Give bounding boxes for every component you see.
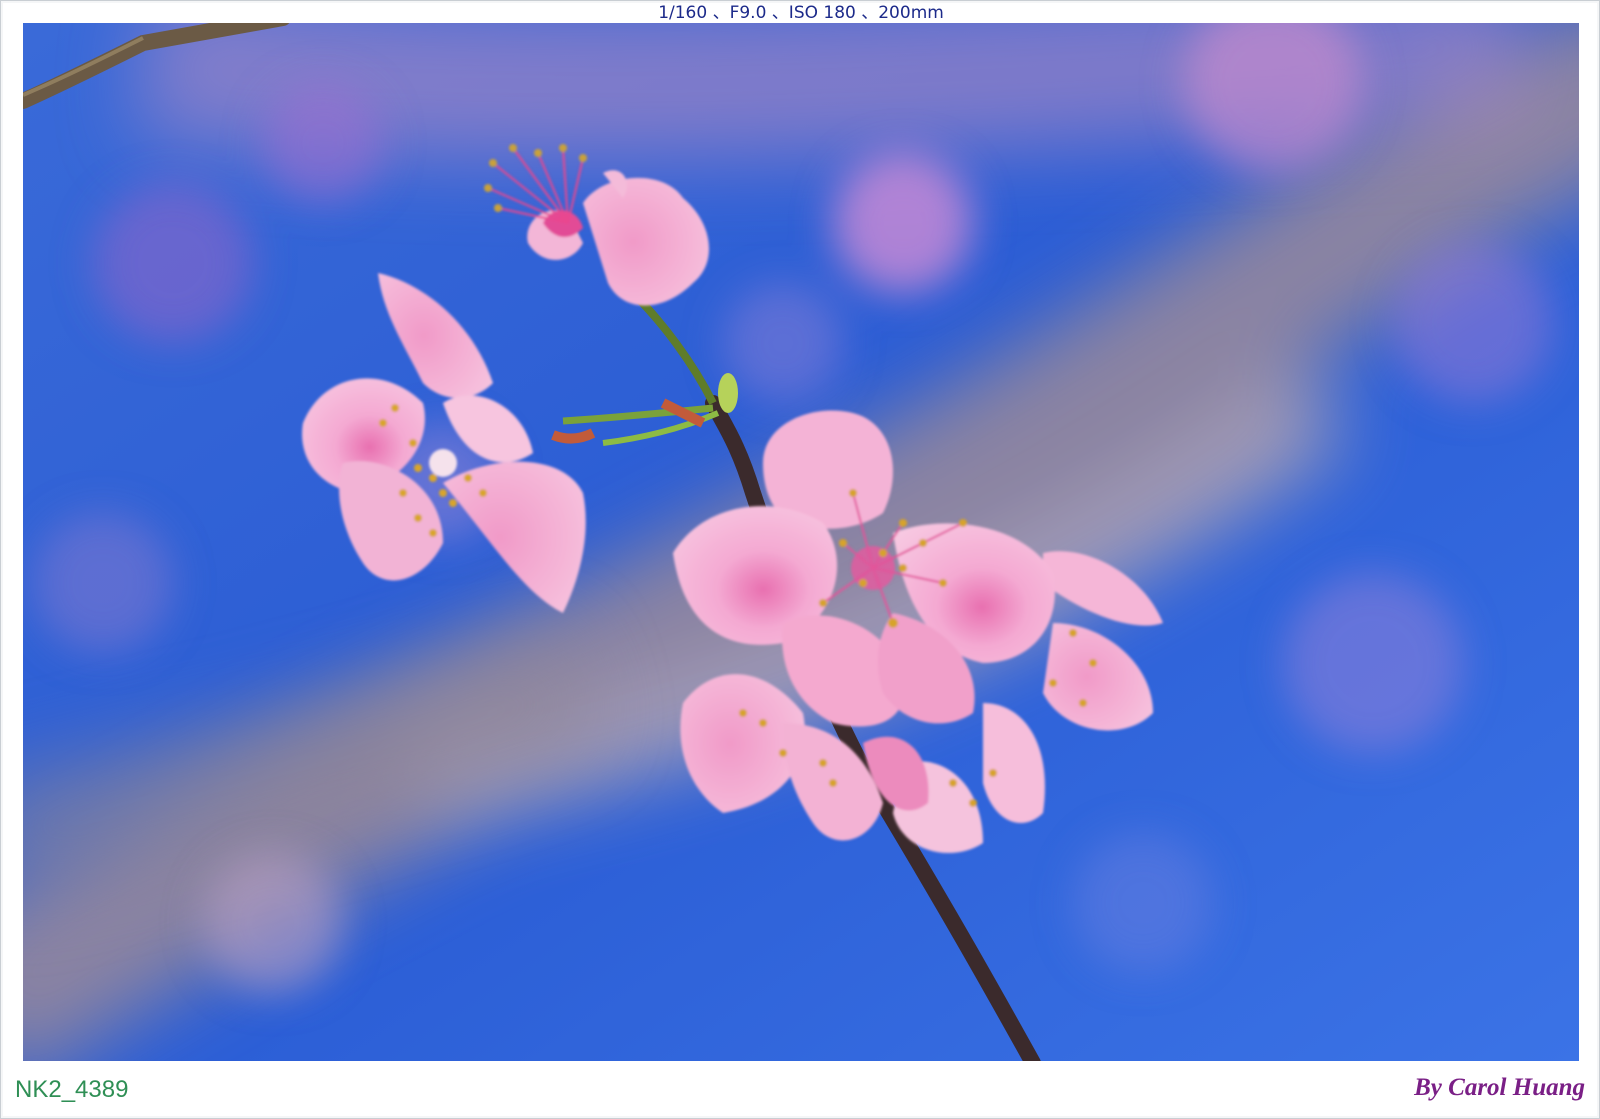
photo-frame: 1/160 、F9.0 、ISO 180 、200mm NK2_4389 By …: [0, 0, 1600, 1119]
file-id-label: NK2_4389: [15, 1076, 129, 1103]
photographer-credit: By Carol Huang: [1414, 1074, 1585, 1101]
photo: [23, 23, 1579, 1061]
exif-caption: 1/160 、F9.0 、ISO 180 、200mm: [658, 3, 944, 23]
blossom-photo: [23, 23, 1579, 1061]
